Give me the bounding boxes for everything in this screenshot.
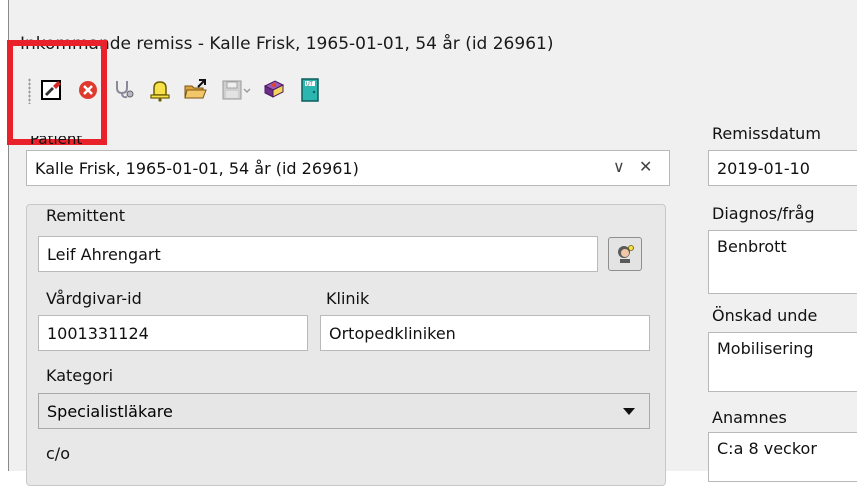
exit-door-icon[interactable]: UT [296, 76, 324, 104]
vardgivar-id-field[interactable]: 1001331124 [38, 315, 308, 351]
alarm-bell-icon[interactable] [146, 76, 174, 104]
anamnes-value: C:a 8 veckor [717, 439, 817, 458]
open-folder-icon[interactable] [182, 76, 210, 104]
dropdown-arrow-icon[interactable] [238, 76, 256, 104]
remittent-name-field[interactable]: Leif Ahrengart [38, 236, 598, 272]
kategori-select[interactable]: Specialistläkare [38, 393, 650, 429]
onskad-undersokning-value: Mobilisering [717, 339, 814, 358]
diagnos-field[interactable]: Benbrott [708, 230, 857, 294]
remissdatum-value: 2019-01-10 [717, 158, 810, 178]
book-icon[interactable] [260, 76, 288, 104]
kategori-value: Specialistläkare [47, 401, 173, 421]
klinik-field[interactable]: Ortopedkliniken [320, 315, 650, 351]
klinik-label: Klinik [326, 289, 370, 308]
stethoscope-icon[interactable] [110, 76, 138, 104]
patient-field[interactable]: Kalle Frisk, 1965-01-01, 54 år (id 26961… [26, 150, 670, 186]
person-lookup-button[interactable] [608, 237, 642, 271]
dropdown-arrow-icon [623, 408, 635, 415]
patient-label: Patient [30, 136, 83, 146]
clear-icon[interactable]: ✕ [639, 157, 652, 176]
chevron-down-icon[interactable]: ∨ [613, 157, 625, 176]
svg-text:UT: UT [306, 82, 314, 88]
onskad-undersokning-field[interactable]: Mobilisering [708, 332, 857, 392]
patient-value: Kalle Frisk, 1965-01-01, 54 år (id 26961… [35, 158, 359, 178]
co-label: c/o [46, 444, 70, 463]
onskad-undersokning-label: Önskad unde [712, 306, 818, 325]
diagnos-value: Benbrott [717, 237, 787, 256]
remittent-name-value: Leif Ahrengart [47, 244, 161, 264]
remissdatum-field[interactable]: 2019-01-10 [708, 150, 857, 186]
remittent-group-label: Remittent [46, 206, 126, 225]
vardgivar-id-label: Vårdgivar-id [46, 289, 142, 308]
klinik-value: Ortopedkliniken [329, 323, 456, 343]
highlight-box [7, 40, 107, 145]
person-lookup-icon [618, 245, 634, 263]
kategori-label: Kategori [46, 366, 114, 385]
vardgivar-id-value: 1001331124 [47, 323, 149, 343]
anamnes-field[interactable]: C:a 8 veckor [708, 432, 857, 482]
anamnes-label: Anamnes [712, 408, 787, 427]
diagnos-label: Diagnos/fråg [712, 204, 815, 223]
remissdatum-label: Remissdatum [712, 124, 821, 143]
